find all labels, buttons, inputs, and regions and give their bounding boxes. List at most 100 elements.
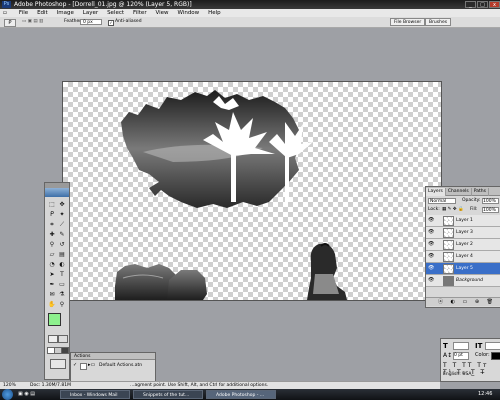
taskbar-item-mail[interactable]: Inbox - Windows Mail xyxy=(60,390,130,399)
path-select-icon[interactable]: ➤ xyxy=(48,271,56,279)
quick-mask-icon[interactable] xyxy=(58,335,68,343)
app-menu-icon[interactable]: ▫ xyxy=(3,9,10,17)
title-bar: Ps Adobe Photoshop - [Dorrell_01.jpg @ 1… xyxy=(0,0,500,9)
document-canvas[interactable] xyxy=(62,81,442,301)
menu-edit[interactable]: Edit xyxy=(37,9,48,17)
tools-palette: ⬚ ✥ ᑭ ✦ ⌗ ⟋ ✚ ✎ ⚲ ↺ ▱ ▤ ◔ ◐ ➤ T ✒ ▭ ✉ ⚗ … xyxy=(44,182,70,380)
menu-image[interactable]: Image xyxy=(57,9,74,17)
opacity-input[interactable]: 100% xyxy=(482,198,499,204)
lasso-tool-icon[interactable]: ᑭ xyxy=(48,211,56,219)
lock-icons[interactable]: ▦ ✎ ✥ 🔒 xyxy=(442,207,464,213)
layer-name: Layer 4 xyxy=(456,254,473,259)
marquee-tool-icon[interactable]: ⬚ xyxy=(48,201,56,209)
menu-layer[interactable]: Layer xyxy=(83,9,98,17)
clock: 12:46 xyxy=(478,391,493,397)
layer-row[interactable]: 👁 Layer 4 xyxy=(426,251,500,263)
scale-input[interactable] xyxy=(485,342,500,350)
fill-input[interactable]: 100% xyxy=(482,207,499,213)
layer-thumbnail xyxy=(443,240,454,250)
actions-tab[interactable]: Actions xyxy=(71,353,155,360)
lock-label: Lock: xyxy=(428,207,440,212)
layer-thumbnail xyxy=(443,252,454,262)
layer-actions-bar[interactable]: ⓐ ◐ ▭ ⊕ 🗑 xyxy=(426,297,500,306)
character-panel: T IT A↕ 0 pt Color: T T TT Tт T¹ T₁ T̲ T… xyxy=(440,338,500,382)
blend-mode-select[interactable]: Normal xyxy=(428,198,456,204)
feather-input[interactable]: 0 px xyxy=(80,19,102,25)
layer-thumbnail xyxy=(443,264,454,274)
menu-select[interactable]: Select xyxy=(107,9,124,17)
type-tool-icon[interactable]: T xyxy=(58,271,66,279)
foreground-color-swatch[interactable] xyxy=(48,313,61,326)
hand-tool-icon[interactable]: ✋ xyxy=(48,301,56,309)
menu-file[interactable]: File xyxy=(19,9,28,17)
slice-tool-icon[interactable]: ⟋ xyxy=(58,221,66,229)
font-size-input[interactable] xyxy=(453,342,469,350)
selection-mode-icons[interactable]: ▭ ▣ ▤ ▥ xyxy=(22,19,58,25)
close-button[interactable]: x xyxy=(489,1,500,8)
gradient-tool-icon[interactable]: ▤ xyxy=(58,251,66,259)
shape-tool-icon[interactable]: ▭ xyxy=(58,281,66,289)
opacity-label: Opacity: xyxy=(462,198,481,203)
start-orb-icon[interactable] xyxy=(2,389,13,400)
layer-row[interactable]: 👁 Layer 3 xyxy=(426,227,500,239)
eyedropper-icon[interactable]: ⚗ xyxy=(58,291,66,299)
brushes-tab[interactable]: Brushes xyxy=(425,18,452,26)
menu-view[interactable]: View xyxy=(156,9,169,17)
tab-layers[interactable]: Layers xyxy=(426,188,446,196)
adobe-online-icon[interactable] xyxy=(45,188,69,197)
menu-help[interactable]: Help xyxy=(208,9,221,17)
layer-row[interactable]: 👁 Layer 2 xyxy=(426,239,500,251)
visibility-eye-icon[interactable]: 👁 xyxy=(428,277,434,283)
jump-to-imageready-icon[interactable] xyxy=(50,359,66,369)
options-bar: ᑭ ▭ ▣ ▤ ▥ Feather: 0 px ✓ Anti-aliased F… xyxy=(0,17,500,28)
maximize-button[interactable]: □ xyxy=(477,1,488,8)
checkmark-icon[interactable]: ✓ xyxy=(73,363,78,368)
action-set-name[interactable]: Default Actions.atn xyxy=(99,362,142,369)
lasso-tool-preset-icon[interactable]: ᑭ xyxy=(4,19,16,27)
visibility-eye-icon[interactable]: 👁 xyxy=(428,265,434,271)
eraser-tool-icon[interactable]: ▱ xyxy=(48,251,56,259)
healing-brush-icon[interactable]: ✚ xyxy=(48,231,56,239)
zoom-tool-icon[interactable]: ⚲ xyxy=(58,301,66,309)
layer-row[interactable]: 👁 Layer 1 xyxy=(426,215,500,227)
taskbar-item-photoshop[interactable]: Adobe Photoshop - ... xyxy=(206,390,276,399)
actions-panel: Actions ✓ ▸▭ Default Actions.atn xyxy=(70,352,156,384)
tab-channels[interactable]: Channels xyxy=(446,188,472,196)
canvas-artwork xyxy=(115,90,347,300)
history-brush-icon[interactable]: ↺ xyxy=(58,241,66,249)
visibility-eye-icon[interactable]: 👁 xyxy=(428,253,434,259)
layer-row[interactable]: 👁 Background xyxy=(426,275,500,287)
dialog-toggle-icon[interactable] xyxy=(80,363,87,370)
minimize-button[interactable]: _ xyxy=(465,1,476,8)
taskbar-item-snippets[interactable]: Snippets of the tut... xyxy=(133,390,203,399)
notes-tool-icon[interactable]: ✉ xyxy=(48,291,56,299)
layer-name: Background xyxy=(456,278,483,283)
layer-row-selected[interactable]: 👁 Layer 5 xyxy=(426,263,500,275)
dodge-tool-icon[interactable]: ◐ xyxy=(58,261,66,269)
baseline-input[interactable]: 0 pt xyxy=(453,352,469,360)
menu-filter[interactable]: Filter xyxy=(133,9,147,17)
quick-launch-icons[interactable]: ▣ ◉ ▤ xyxy=(18,391,35,398)
screen-mode-full-icon[interactable] xyxy=(61,347,69,354)
visibility-eye-icon[interactable]: 👁 xyxy=(428,229,434,235)
text-color-swatch[interactable] xyxy=(491,352,500,360)
text-scale-icon: IT xyxy=(475,342,483,350)
visibility-eye-icon[interactable]: 👁 xyxy=(428,241,434,247)
magic-wand-icon[interactable]: ✦ xyxy=(58,211,66,219)
standard-mode-icon[interactable] xyxy=(48,335,58,343)
language-label[interactable]: English: USA xyxy=(443,372,472,378)
crop-tool-icon[interactable]: ⌗ xyxy=(48,221,56,229)
blur-tool-icon[interactable]: ◔ xyxy=(48,261,56,269)
tab-paths[interactable]: Paths xyxy=(472,188,489,196)
pen-tool-icon[interactable]: ✒ xyxy=(48,281,56,289)
color-label-icon: Color: xyxy=(475,352,490,358)
move-tool-icon[interactable]: ✥ xyxy=(58,201,66,209)
file-browser-tab[interactable]: File Browser xyxy=(390,18,426,26)
layers-panel: Layers Channels Paths Normal Opacity: 100%… xyxy=(425,186,500,308)
layer-name: Layer 1 xyxy=(456,218,473,223)
antialias-checkbox[interactable]: ✓ xyxy=(108,20,114,26)
clone-stamp-icon[interactable]: ⚲ xyxy=(48,241,56,249)
brush-tool-icon[interactable]: ✎ xyxy=(58,231,66,239)
visibility-eye-icon[interactable]: 👁 xyxy=(428,217,434,223)
menu-window[interactable]: Window xyxy=(177,9,199,17)
